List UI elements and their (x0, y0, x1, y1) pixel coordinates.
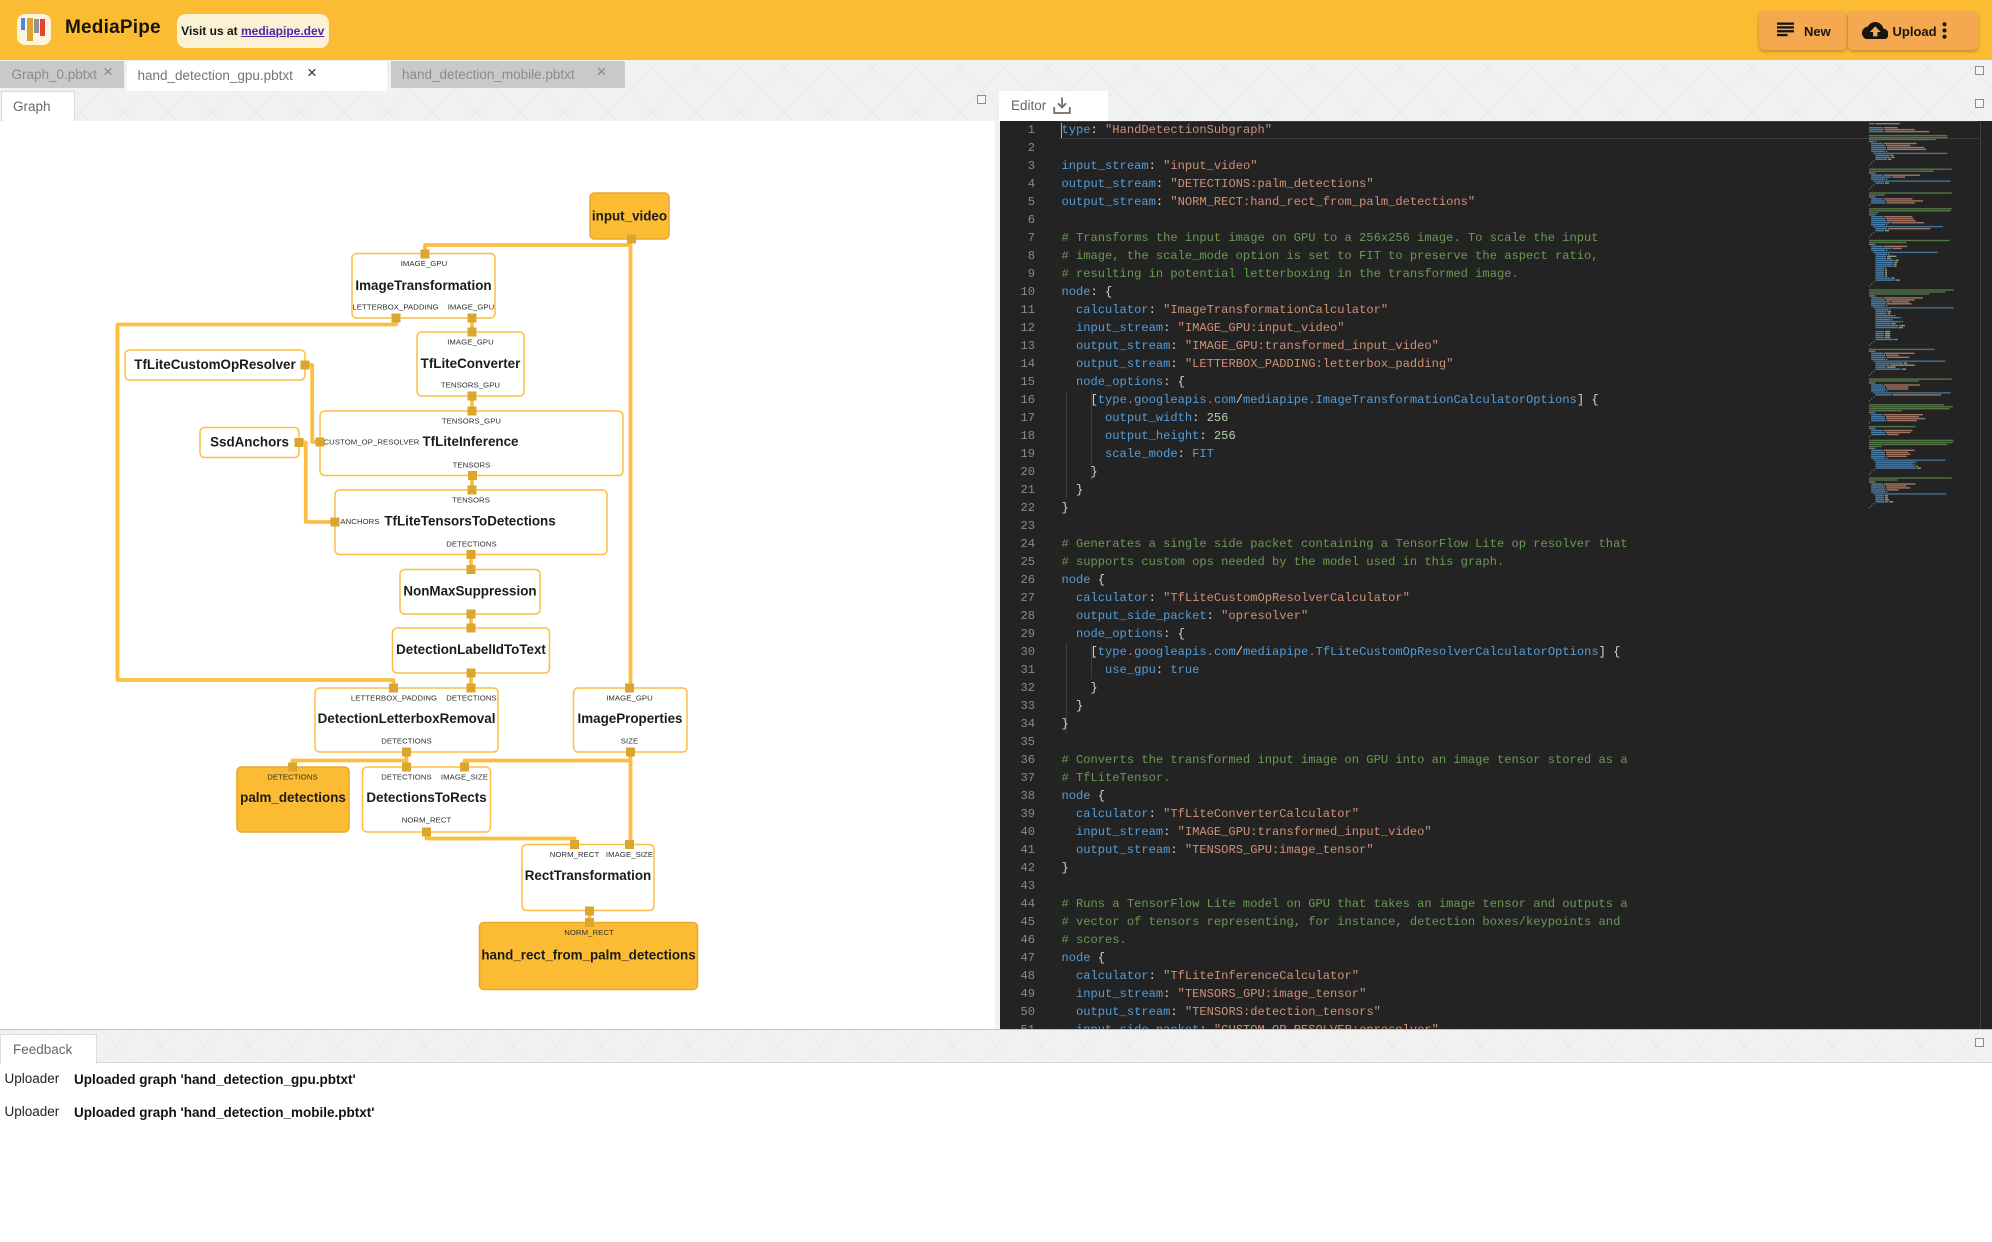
svg-text:IMAGE_SIZE: IMAGE_SIZE (606, 850, 653, 859)
svg-text:DETECTIONS: DETECTIONS (446, 540, 497, 549)
svg-text:SsdAnchors: SsdAnchors (210, 435, 289, 450)
svg-text:palm_detections: palm_detections (240, 790, 346, 805)
svg-text:DETECTIONS: DETECTIONS (446, 694, 497, 703)
svg-text:IMAGE_GPU: IMAGE_GPU (401, 259, 448, 268)
svg-text:IMAGE_GPU: IMAGE_GPU (447, 338, 494, 347)
svg-text:NonMaxSuppression: NonMaxSuppression (403, 584, 536, 599)
svg-text:DETECTIONS: DETECTIONS (381, 737, 432, 746)
svg-text:hand_rect_from_palm_detections: hand_rect_from_palm_detections (481, 948, 695, 963)
svg-text:RectTransformation: RectTransformation (525, 868, 652, 883)
svg-text:DETECTIONS: DETECTIONS (267, 773, 318, 782)
svg-text:TfLiteConverter: TfLiteConverter (421, 356, 521, 371)
svg-text:input_video: input_video (592, 209, 667, 224)
svg-text:CUSTOM_OP_RESOLVER: CUSTOM_OP_RESOLVER (324, 438, 420, 447)
svg-text:TENSORS_GPU: TENSORS_GPU (441, 381, 500, 390)
svg-text:DETECTIONS: DETECTIONS (381, 773, 432, 782)
svg-text:DetectionLabelIdToText: DetectionLabelIdToText (396, 642, 546, 657)
svg-text:TENSORS: TENSORS (452, 496, 490, 505)
svg-text:IMAGE_GPU: IMAGE_GPU (606, 694, 653, 703)
svg-text:TfLiteTensorsToDetections: TfLiteTensorsToDetections (384, 514, 555, 529)
svg-text:TfLiteInference: TfLiteInference (423, 434, 519, 449)
svg-text:IMAGE_GPU: IMAGE_GPU (448, 303, 495, 312)
svg-text:LETTERBOX_PADDING: LETTERBOX_PADDING (351, 694, 437, 703)
svg-text:ImageTransformation: ImageTransformation (355, 278, 491, 293)
svg-text:DetectionLetterboxRemoval: DetectionLetterboxRemoval (318, 711, 496, 726)
svg-text:ImageProperties: ImageProperties (578, 711, 683, 726)
svg-text:IMAGE_SIZE: IMAGE_SIZE (441, 773, 488, 782)
svg-text:ANCHORS: ANCHORS (340, 517, 379, 526)
svg-text:TENSORS_GPU: TENSORS_GPU (442, 417, 501, 426)
svg-text:TfLiteCustomOpResolver: TfLiteCustomOpResolver (134, 357, 296, 372)
svg-text:NORM_RECT: NORM_RECT (564, 928, 614, 937)
svg-text:SIZE: SIZE (621, 737, 639, 746)
svg-text:DetectionsToRects: DetectionsToRects (366, 790, 486, 805)
svg-text:NORM_RECT: NORM_RECT (402, 816, 452, 825)
svg-text:NORM_RECT: NORM_RECT (550, 850, 600, 859)
svg-text:LETTERBOX_PADDING: LETTERBOX_PADDING (352, 303, 438, 312)
svg-text:TENSORS: TENSORS (453, 461, 491, 470)
